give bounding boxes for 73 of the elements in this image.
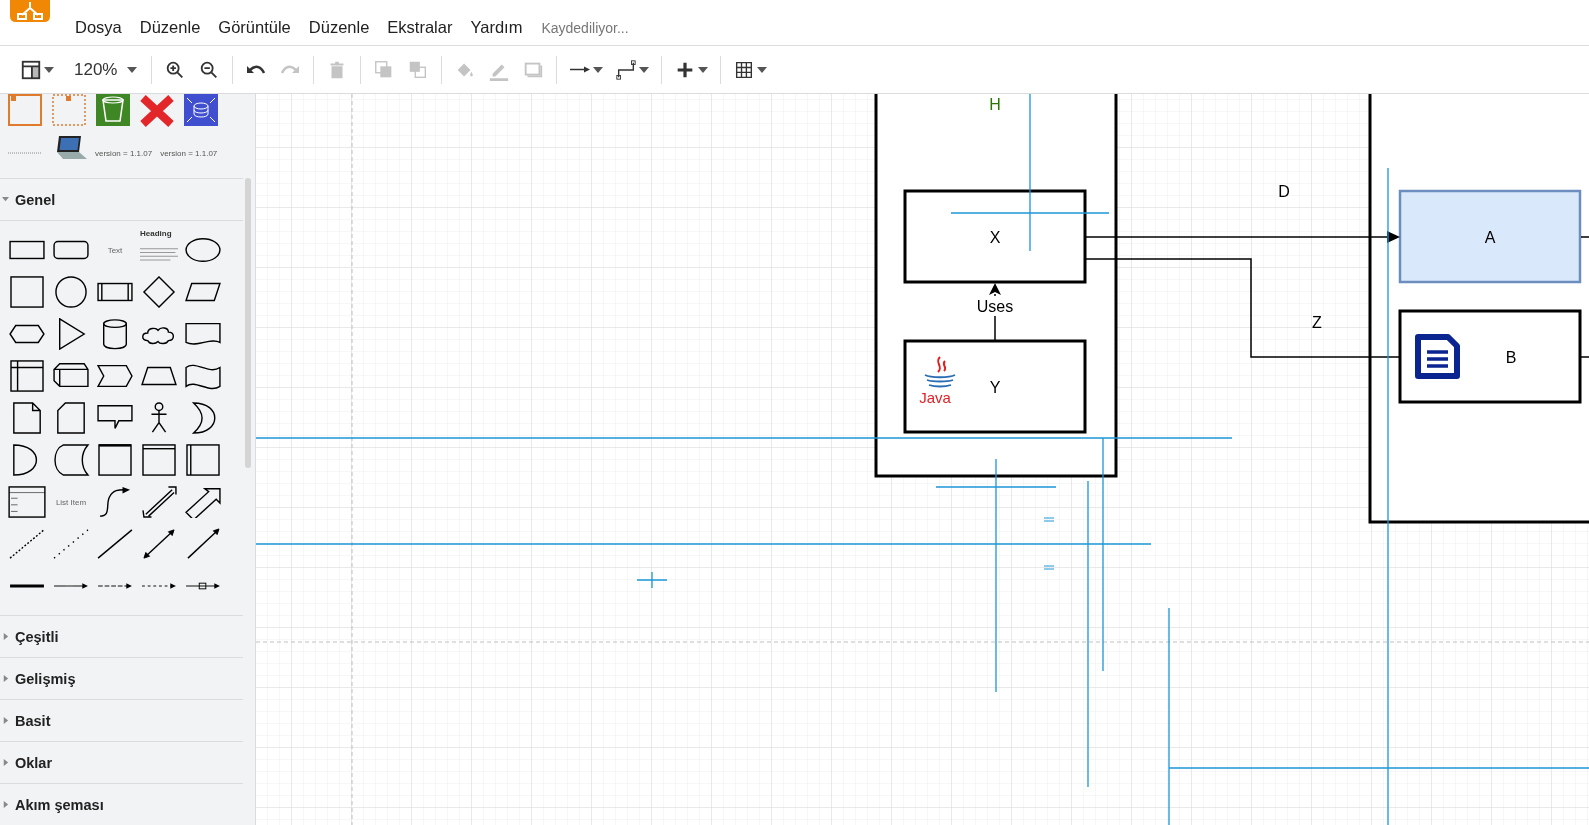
version-label[interactable]: version = 1.1.07 <box>95 148 153 158</box>
menu-item[interactable]: Ekstralar <box>378 16 462 39</box>
section-header[interactable]: Çeşitli <box>0 616 243 658</box>
guide-mark <box>1043 565 1055 570</box>
collapse-icon <box>2 196 9 203</box>
swimlane-icon[interactable] <box>184 444 222 476</box>
expand-icon <box>2 801 9 808</box>
node-label: B <box>1505 348 1517 366</box>
menu-item[interactable]: Düzenle <box>299 16 379 39</box>
square-icon[interactable] <box>8 276 46 308</box>
java-logo-text: Java <box>919 389 951 406</box>
section-header[interactable]: Genel <box>0 179 243 221</box>
diagram-label: D <box>1278 183 1290 200</box>
expand-icon <box>2 759 9 766</box>
diamond-icon[interactable] <box>140 276 178 308</box>
frame-icon[interactable] <box>96 444 134 476</box>
thick-arrow-icon[interactable] <box>184 486 222 518</box>
dashed-line-icon[interactable] <box>8 528 46 560</box>
double-arrow-icon[interactable] <box>140 486 178 518</box>
list-icon[interactable] <box>8 486 46 518</box>
format-panel-icon <box>20 58 42 81</box>
diagram-label: Z <box>1312 314 1322 331</box>
node-label: X <box>989 228 1001 246</box>
diagram-label: H <box>989 96 1001 113</box>
stored-data-icon[interactable] <box>52 444 90 476</box>
dotted-line-icon[interactable] <box>52 528 90 560</box>
menu-item[interactable]: Düzenle <box>130 16 210 39</box>
java-logo-icon <box>924 356 956 388</box>
caret-icon <box>639 66 650 73</box>
waypoint-icon <box>615 58 638 81</box>
zoom-dropdown[interactable]: 120% <box>62 56 144 83</box>
save-status: Kaydediliyor... <box>541 19 629 36</box>
caret-icon <box>44 66 54 73</box>
guide-mark <box>1043 517 1055 522</box>
caret-icon <box>698 66 709 73</box>
caret-icon <box>757 66 768 73</box>
internal-storage-icon[interactable] <box>8 360 46 392</box>
delete-cross-icon[interactable] <box>139 94 175 128</box>
section-header[interactable]: Akım şeması <box>0 784 243 825</box>
connector-line[interactable] <box>1084 258 1401 358</box>
menu-item[interactable]: Yardım <box>461 16 532 39</box>
bucket-icon[interactable] <box>95 94 131 128</box>
menu-item[interactable]: Dosya <box>66 16 131 39</box>
undo-icon <box>245 64 268 75</box>
connector-line[interactable] <box>1580 236 1589 358</box>
menu-item[interactable]: Görüntüle <box>209 16 300 39</box>
node-label: Y <box>989 378 1001 396</box>
section-header[interactable]: Oklar <box>0 742 243 784</box>
caret-icon <box>593 66 604 73</box>
node-label: A <box>1484 228 1496 246</box>
expand-icon <box>2 717 9 724</box>
version-label[interactable]: version = 1.1.07 <box>160 148 218 158</box>
crosshair-icon <box>636 571 668 589</box>
bidirectional-arrow-icon[interactable] <box>140 528 178 560</box>
connector-arrow[interactable] <box>1084 231 1400 243</box>
expand-icon <box>2 633 9 640</box>
section-header[interactable]: Gelişmiş <box>0 658 243 700</box>
database-icon[interactable] <box>183 94 219 128</box>
group-frame-icon[interactable] <box>7 94 43 128</box>
heading-shape[interactable]: Heading <box>140 229 172 238</box>
arrow-icon <box>569 64 592 75</box>
container-icon[interactable] <box>140 444 178 476</box>
expand-icon <box>2 675 9 682</box>
circle-icon[interactable] <box>52 276 90 308</box>
line-icon[interactable] <box>96 528 134 560</box>
diagram-box[interactable] <box>903 189 1087 284</box>
edge-label: Uses <box>976 298 1014 315</box>
document-icon <box>1415 334 1460 379</box>
diagram-box[interactable] <box>903 339 1087 434</box>
section-header[interactable]: Basit <box>0 700 243 742</box>
caret-icon <box>127 66 138 73</box>
redo-icon <box>279 64 302 75</box>
app-logo-icon[interactable] <box>10 0 50 22</box>
